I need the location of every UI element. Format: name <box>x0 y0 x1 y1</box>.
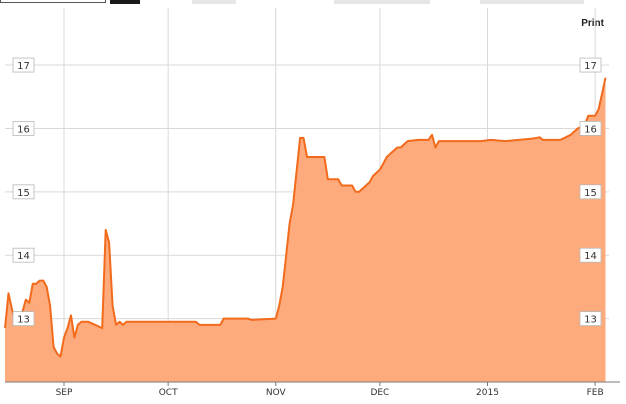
x-tick-label: DEC <box>370 388 389 398</box>
y-tick-label-right: 14 <box>584 251 597 262</box>
x-tick-label: OCT <box>159 388 178 398</box>
y-tick-label-left: 16 <box>17 124 30 135</box>
series-area-fill <box>5 77 606 382</box>
x-tick-label: FEB <box>587 388 604 398</box>
y-tick-label-left: 13 <box>17 315 30 326</box>
series-area <box>4 77 607 382</box>
y-tick-label-left: 17 <box>17 61 30 72</box>
y-tick-label-left: 14 <box>17 251 30 262</box>
axes <box>5 381 620 386</box>
x-tick-label: 2015 <box>476 388 499 398</box>
y-tick-label-right: 16 <box>584 124 597 135</box>
x-tick-label: NOV <box>266 388 287 398</box>
price-chart: 13 13 14 14 15 15 16 16 17 17 SEP OCT NOV DEC 2015 FEB <box>4 8 620 398</box>
y-tick-label-right: 15 <box>584 188 597 199</box>
x-tick-label: SEP <box>56 388 73 398</box>
y-tick-label-right: 13 <box>584 315 597 326</box>
y-tick-label-right: 17 <box>584 61 597 72</box>
y-tick-label-left: 15 <box>17 188 30 199</box>
